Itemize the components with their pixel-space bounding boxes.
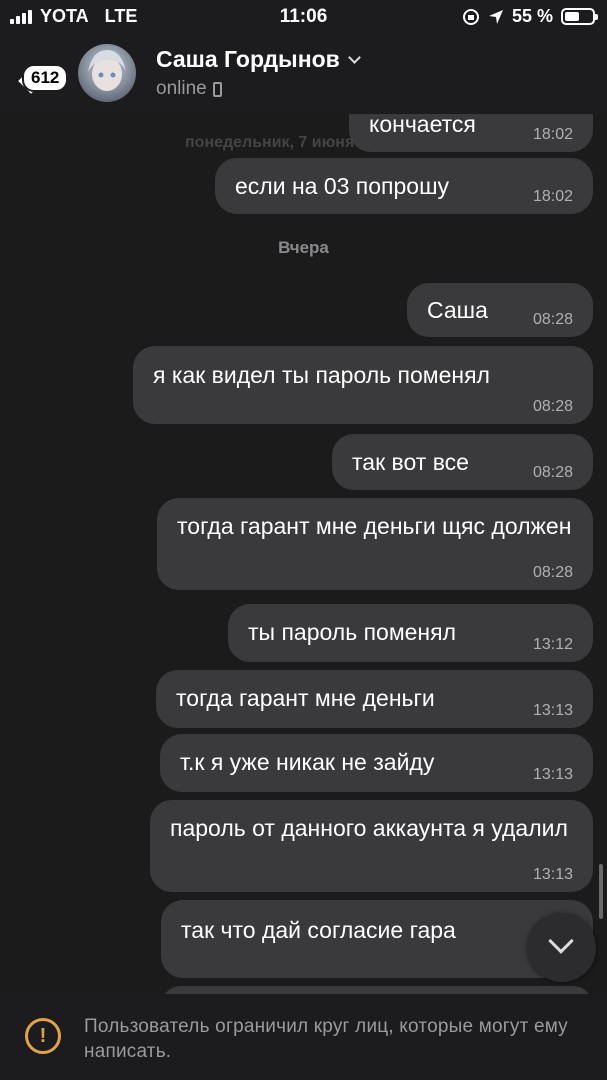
- contact-name: Саша Гордынов: [156, 46, 340, 72]
- message-time: 13:13: [532, 702, 573, 719]
- message-text: так что дай согласие гара: [181, 917, 456, 943]
- message-bubble[interactable]: так вот все 08:28: [332, 434, 593, 490]
- message-text: т.к я уже никак не зайду: [180, 749, 435, 775]
- notice-text: Пользователь ограничил круг лиц, которые…: [84, 1016, 568, 1062]
- message-time: 08:28: [532, 464, 573, 481]
- status-bar-right: 55 %: [462, 6, 598, 27]
- message-bubble[interactable]: Саша 08:28: [407, 283, 593, 337]
- avatar-image: [88, 50, 126, 91]
- avatar[interactable]: [78, 44, 136, 102]
- phone-icon: [212, 81, 222, 97]
- message-time: 13:12: [532, 636, 573, 653]
- message-time: 18:02: [532, 126, 573, 143]
- location-arrow-icon: [488, 9, 503, 24]
- message-time: 13:13: [532, 766, 573, 783]
- message-bubble[interactable]: [161, 986, 593, 994]
- message-text: я как видел ты пароль поменял: [153, 362, 490, 388]
- message-text: тогда гарант мне деньги: [176, 685, 435, 711]
- chevron-down-icon: [548, 928, 574, 954]
- message-text: ты пароль поменял: [248, 619, 456, 645]
- scroll-to-bottom-button[interactable]: [528, 914, 596, 982]
- date-overlay: понедельник, 7 июня: [185, 134, 355, 151]
- contact-name-button[interactable]: Саша Гордынов: [156, 46, 361, 73]
- rotation-lock-icon: [462, 8, 479, 25]
- back-button[interactable]: 612: [14, 52, 74, 102]
- restriction-notice: ! Пользователь ограничил круг лиц, котор…: [0, 994, 607, 1080]
- message-bubble[interactable]: т.к я уже никак не зайду 13:13: [160, 734, 593, 792]
- message-time: 18:02: [532, 188, 573, 205]
- message-bubble[interactable]: если на 03 попрошу 18:02: [215, 158, 593, 214]
- message-time: 08:28: [532, 311, 573, 328]
- date-separator: Вчера: [278, 238, 329, 257]
- message-bubble[interactable]: пароль от данного аккаунта я удалил 13:1…: [150, 800, 593, 892]
- message-bubble[interactable]: я как видел ты пароль поменял 08:28: [133, 346, 593, 424]
- unread-badge: 612: [22, 64, 69, 92]
- message-bubble[interactable]: тогда гарант мне деньги щяс должен 08:28: [157, 498, 593, 590]
- message-bubble[interactable]: кончается 18:02: [349, 114, 593, 152]
- message-time: 08:28: [532, 564, 573, 581]
- status-bar: YOTA LTE 11:06 55 %: [0, 0, 607, 34]
- message-time: 08:28: [532, 398, 573, 415]
- status-text: online: [156, 78, 207, 99]
- message-bubble[interactable]: ты пароль поменял 13:12: [228, 604, 593, 662]
- message-time: 13:13: [532, 866, 573, 883]
- contact-status: online: [156, 78, 222, 100]
- message-list[interactable]: кончается 18:02 понедельник, 7 июня если…: [0, 114, 607, 994]
- chat-header: 612 Саша Гордынов online: [0, 34, 607, 114]
- message-text: тогда гарант мне деньги щяс должен: [177, 513, 572, 539]
- message-text: пароль от данного аккаунта я удалил: [170, 815, 568, 841]
- battery-percent: 55 %: [511, 6, 553, 26]
- message-bubble[interactable]: тогда гарант мне деньги 13:13: [156, 670, 593, 728]
- message-text: если на 03 попрошу: [235, 173, 450, 199]
- warning-icon: !: [25, 1018, 61, 1054]
- scrollbar[interactable]: [599, 864, 603, 919]
- battery-icon: [561, 8, 598, 25]
- chevron-down-icon: [347, 51, 361, 64]
